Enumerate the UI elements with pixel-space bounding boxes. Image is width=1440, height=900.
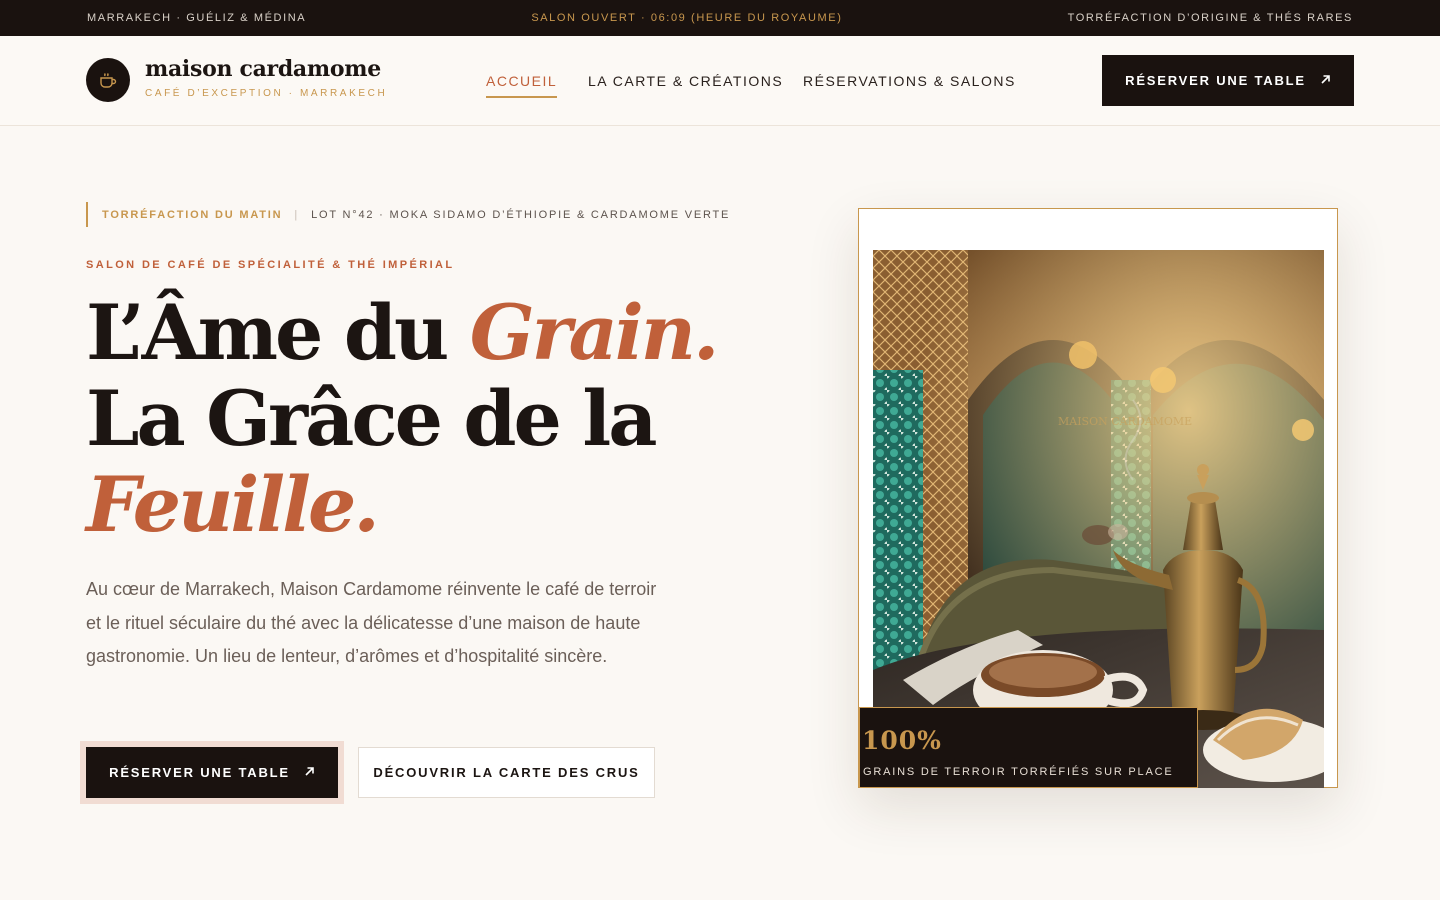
discover-menu-button[interactable]: Découvrir la carte des crus xyxy=(358,747,655,798)
cafe-sign-text: MAISON CARDAMOME xyxy=(1058,415,1192,428)
reserve-table-label: Réserver une table xyxy=(1125,73,1306,88)
headline-accent-grain: Grain. xyxy=(469,288,720,377)
roasting-stat-card: 100% Grains de terroir torréfiés sur pla… xyxy=(859,707,1198,788)
headline-line-2: La Grâce de la xyxy=(86,374,657,463)
headline-accent-feuille: Feuille. xyxy=(86,460,380,549)
nav-link-accueil[interactable]: Accueil xyxy=(486,73,558,98)
reserve-table-button[interactable]: Réserver une table xyxy=(1102,55,1354,106)
brand-tagline: Café d’exception · Marrakech xyxy=(145,88,388,99)
hero-reserve-label: Réserver une table xyxy=(109,765,290,780)
hero-headline: L’Âme du Grain. La Grâce de la Feuille. xyxy=(86,290,786,548)
stat-label: Grains de terroir torréfiés sur place xyxy=(863,766,1174,778)
announcement-bar: Marrakech · Guéliz & Médina Salon ouvert… xyxy=(0,0,1440,36)
roast-detail: Lot N°42 · Moka Sidamo d’Éthiopie & Card… xyxy=(311,208,731,221)
nav-link-reservations[interactable]: Réservations & Salons xyxy=(803,73,1016,89)
arrow-up-right-icon xyxy=(1320,73,1331,88)
hero-reserve-button[interactable]: Réserver une table xyxy=(86,747,338,798)
location-text: Marrakech · Guéliz & Médina xyxy=(87,12,307,24)
hero-eyebrow: Salon de café de spécialité & thé impéri… xyxy=(86,259,455,271)
brand-name[interactable]: maison cardamome xyxy=(145,56,381,82)
nav-link-carte[interactable]: La Carte & Créations xyxy=(588,73,783,89)
main-navigation: maison cardamome Café d’exception · Marr… xyxy=(0,36,1440,126)
roasting-tagline: Torréfaction d’origine & thés rares xyxy=(1067,12,1353,24)
roast-of-the-day: Torréfaction du matin | Lot N°42 · Moka … xyxy=(86,202,730,227)
arrow-up-right-icon xyxy=(304,765,315,780)
stat-value: 100% xyxy=(862,726,942,755)
hero-description: Au cœur de Marrakech, Maison Cardamome r… xyxy=(86,579,657,666)
divider: | xyxy=(294,208,300,221)
coffee-cup-icon[interactable] xyxy=(86,58,130,102)
opening-status: Salon ouvert · 06:09 (heure du Royaume) xyxy=(531,12,843,24)
hero-photo-card: MAISON CARDAMOME 100% Grain xyxy=(858,208,1338,788)
headline-part: L’Âme du xyxy=(86,288,470,377)
roast-label: Torréfaction du matin xyxy=(102,208,283,221)
